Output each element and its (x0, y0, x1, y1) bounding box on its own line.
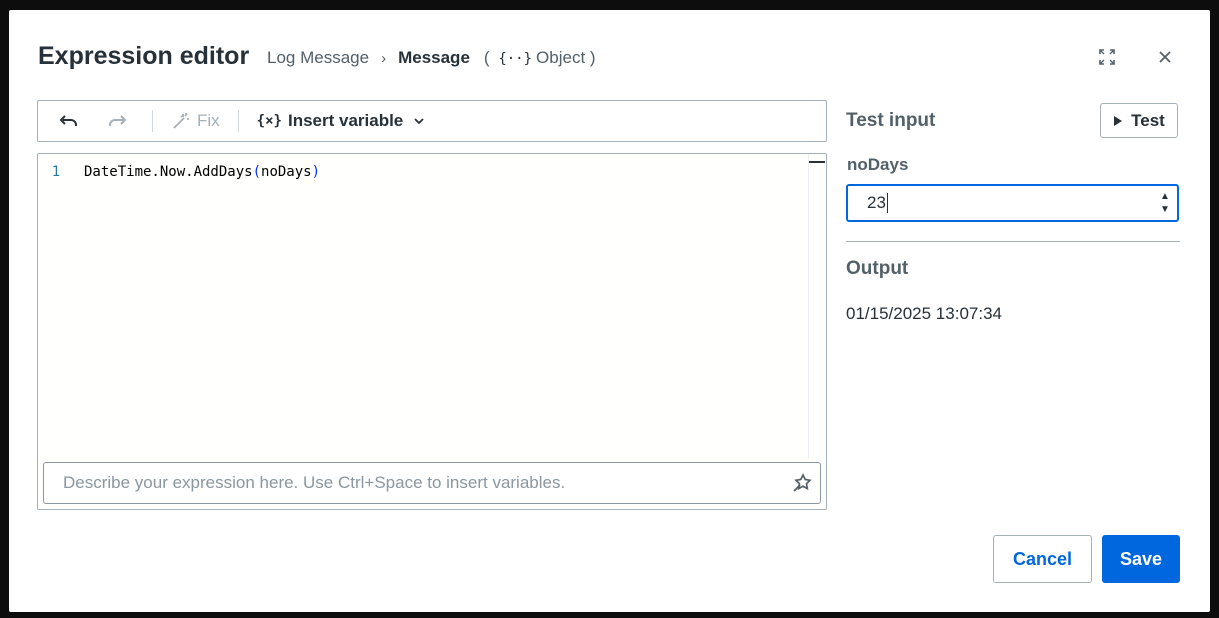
fix-label: Fix (197, 111, 220, 130)
save-button[interactable]: Save (1102, 535, 1180, 583)
number-spinner: ▲ ▼ (1153, 191, 1177, 214)
type-open-paren: ( (483, 48, 490, 67)
editor-toolbar: Fix {×} Insert variable (37, 100, 827, 142)
text-cursor (886, 193, 888, 214)
type-close-paren: ) (589, 48, 596, 67)
variable-icon: {×} (256, 113, 282, 129)
line-number: 1 (51, 164, 61, 180)
cancel-button[interactable]: Cancel (993, 535, 1092, 583)
describe-expression-input[interactable] (44, 472, 784, 494)
test-button[interactable]: Test (1100, 103, 1178, 138)
magic-wand-icon (173, 113, 189, 129)
expand-icon[interactable] (1096, 46, 1118, 68)
chevron-down-icon (414, 118, 424, 125)
variable-value: 23 (867, 192, 886, 212)
code-argument: noDays (261, 164, 312, 180)
undo-icon (59, 115, 77, 126)
output-value: 01/15/2025 13:07:34 (846, 304, 1002, 323)
insert-variable-button[interactable]: {×} Insert variable (251, 105, 432, 137)
insert-variable-label: Insert variable (287, 111, 404, 130)
editor-scrollbar[interactable] (808, 154, 826, 459)
fix-button[interactable]: Fix (165, 105, 226, 137)
toolbar-divider (152, 110, 153, 132)
undo-button[interactable] (46, 105, 90, 137)
breadcrumb-current: Message (398, 48, 470, 67)
play-icon (1114, 115, 1123, 126)
expression-editor-dialog: Expression editor Log Message › Message … (9, 10, 1210, 612)
toolbar-divider (237, 110, 239, 132)
variable-label: noDays (847, 155, 909, 174)
variable-value-wrap: 23 (848, 193, 1153, 214)
output-heading: Output (846, 258, 909, 279)
close-icon[interactable] (1154, 46, 1176, 68)
breadcrumb-type: ( {··} Object ) (484, 48, 596, 68)
panel-divider (846, 241, 1180, 242)
breadcrumb: Log Message › Message ( {··} Object ) (267, 48, 596, 68)
code-close-paren: ) (311, 164, 321, 180)
code-editor[interactable]: 1 DateTime.Now.AddDays(noDays) (37, 153, 827, 510)
test-button-label: Test (1131, 110, 1165, 130)
chevron-right-icon: › (381, 49, 387, 67)
decrement-arrow-icon[interactable]: ▼ (1160, 204, 1170, 214)
redo-button[interactable] (96, 105, 140, 137)
dialog-title: Expression editor (38, 42, 250, 70)
scrollbar-position-marker (809, 161, 825, 163)
code-line[interactable]: DateTime.Now.AddDays(noDays) (84, 164, 320, 180)
test-input-heading: Test input (846, 110, 936, 131)
sparkle-pin-icon[interactable] (784, 472, 820, 494)
code-expression: DateTime.Now.AddDays (84, 164, 253, 180)
variable-number-input[interactable]: 23 ▲ ▼ (846, 184, 1179, 222)
code-open-paren: ( (252, 164, 262, 180)
breadcrumb-parent: Log Message (267, 48, 370, 67)
increment-arrow-icon[interactable]: ▲ (1160, 191, 1170, 201)
describe-expression-field (43, 462, 821, 504)
object-type-icon: {··} (498, 51, 533, 67)
type-name: Object (536, 48, 586, 67)
redo-icon (109, 115, 127, 126)
